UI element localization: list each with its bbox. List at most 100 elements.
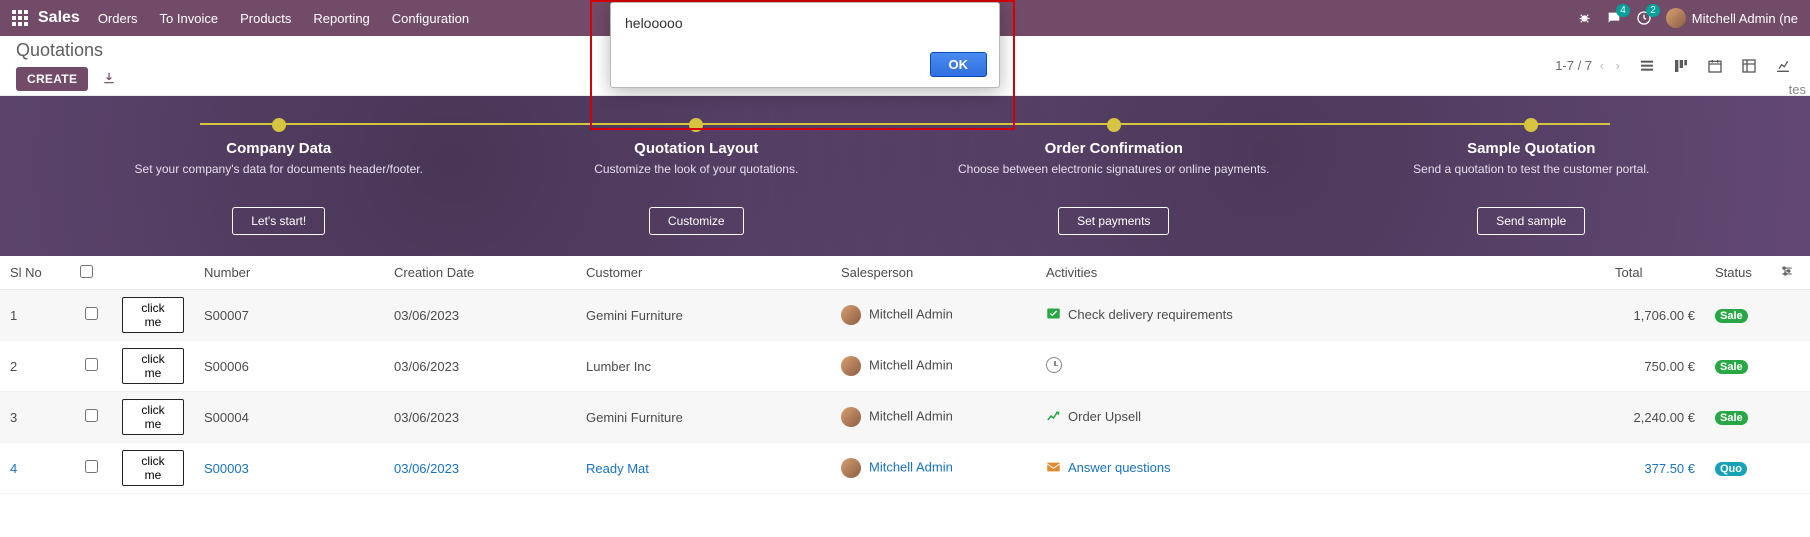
step-title: Company Data [90, 140, 468, 157]
view-list-icon[interactable] [1636, 55, 1658, 77]
nav-configuration[interactable]: Configuration [392, 11, 469, 26]
cell-salesperson: Mitchell Admin [831, 443, 1036, 494]
cell-status: Quo [1705, 443, 1770, 494]
th-salesperson[interactable]: Salesperson [831, 256, 1036, 290]
user-menu[interactable]: Mitchell Admin (ne [1666, 8, 1798, 28]
nav-to-invoice[interactable]: To Invoice [160, 11, 219, 26]
import-icon[interactable] [102, 71, 116, 88]
step-sample-quotation: Sample Quotation Send a quotation to tes… [1323, 118, 1741, 235]
alert-ok-button[interactable]: OK [930, 52, 988, 77]
table-row[interactable]: 3click meS0000403/06/2023Gemini Furnitur… [0, 392, 1810, 443]
row-checkbox[interactable] [85, 409, 98, 422]
cell-date: 03/06/2023 [384, 290, 576, 341]
alert-text: helooooo [625, 15, 985, 31]
table-row[interactable]: 2click meS0000603/06/2023Lumber IncMitch… [0, 341, 1810, 392]
view-kanban-icon[interactable] [1670, 55, 1692, 77]
send-sample-button[interactable]: Send sample [1477, 207, 1585, 235]
apps-icon[interactable] [12, 10, 28, 26]
th-status[interactable]: Status [1705, 256, 1770, 290]
onboarding-banner: Company Data Set your company's data for… [0, 96, 1810, 256]
brand[interactable]: Sales [38, 9, 80, 27]
alert-dialog: helooooo OK [610, 2, 1000, 88]
mail-icon [1046, 461, 1062, 476]
cell-status: Sale [1705, 392, 1770, 443]
click-me-button[interactable]: click me [122, 399, 184, 435]
step-company-data: Company Data Set your company's data for… [70, 118, 488, 235]
activities-nav-icon[interactable]: 2 [1636, 10, 1652, 26]
step-title: Order Confirmation [925, 140, 1303, 157]
view-pivot-icon[interactable] [1738, 55, 1760, 77]
step-title: Quotation Layout [508, 140, 886, 157]
th-total[interactable]: Total [1605, 256, 1705, 290]
nav-reporting[interactable]: Reporting [313, 11, 369, 26]
messages-count: 4 [1616, 4, 1630, 17]
pager-next[interactable]: › [1612, 58, 1624, 73]
cell-number: S00007 [194, 290, 384, 341]
salesperson-avatar [841, 305, 861, 325]
select-all-checkbox[interactable] [80, 265, 93, 278]
step-dot [1107, 118, 1121, 132]
salesperson-avatar [841, 356, 861, 376]
cell-activity [1036, 341, 1326, 392]
cell-status: Sale [1705, 290, 1770, 341]
create-button[interactable]: CREATE [16, 67, 88, 91]
status-badge: Sale [1715, 411, 1748, 425]
cell-slno: 1 [0, 290, 70, 341]
salesperson-avatar [841, 458, 861, 478]
cell-status: Sale [1705, 341, 1770, 392]
activity-text[interactable]: Check delivery requirements [1068, 307, 1233, 322]
status-badge: Quo [1715, 462, 1747, 476]
customize-button[interactable]: Customize [649, 207, 744, 235]
step-desc: Choose between electronic signatures or … [925, 161, 1303, 195]
pager[interactable]: 1-7 / 7 ‹ › [1555, 58, 1624, 73]
table-row[interactable]: 1 click me S0000703/06/2023Gemini Furnitur… [0, 290, 1810, 341]
set-payments-button[interactable]: Set payments [1058, 207, 1169, 235]
th-slno[interactable]: Sl No [0, 256, 70, 290]
cell-customer: Gemini Furniture [576, 290, 831, 341]
th-creation-date[interactable]: Creation Date [384, 256, 576, 290]
view-graph-icon[interactable] [1772, 55, 1794, 77]
th-number[interactable]: Number [194, 256, 384, 290]
step-dot [272, 118, 286, 132]
cell-customer: Gemini Furniture [576, 392, 831, 443]
table-row[interactable]: 4click meS0000303/06/2023Ready MatMitche… [0, 443, 1810, 494]
cell-date: 03/06/2023 [384, 392, 576, 443]
task-icon [1046, 307, 1062, 323]
messages-icon[interactable]: 4 [1606, 10, 1622, 26]
row-checkbox[interactable] [85, 358, 98, 371]
click-me-button[interactable]: click me [122, 297, 184, 333]
floating-text: tes [1789, 82, 1806, 97]
activity-text[interactable]: Order Upsell [1068, 409, 1141, 424]
nav-products[interactable]: Products [240, 11, 291, 26]
cell-salesperson: Mitchell Admin [831, 392, 1036, 443]
step-desc: Send a quotation to test the customer po… [1343, 161, 1721, 195]
cell-total: 2,240.00 € [1605, 392, 1705, 443]
click-me-button[interactable]: click me [122, 348, 184, 384]
clock-icon[interactable] [1046, 357, 1062, 373]
cell-number: S00003 [194, 443, 384, 494]
row-checkbox[interactable] [85, 460, 98, 473]
row-checkbox[interactable] [85, 307, 98, 320]
click-me-button[interactable]: click me [122, 450, 184, 486]
step-desc: Set your company's data for documents he… [90, 161, 468, 195]
step-title: Sample Quotation [1343, 140, 1721, 157]
cell-customer: Ready Mat [576, 443, 831, 494]
lets-start-button[interactable]: Let's start! [232, 207, 325, 235]
pager-prev[interactable]: ‹ [1596, 58, 1608, 73]
cell-date: 03/06/2023 [384, 341, 576, 392]
debug-icon[interactable] [1577, 11, 1592, 26]
th-spacer [1326, 256, 1605, 290]
cell-number: S00004 [194, 392, 384, 443]
th-activities[interactable]: Activities [1036, 256, 1326, 290]
cell-customer: Lumber Inc [576, 341, 831, 392]
step-dot [689, 118, 703, 132]
quotations-table: Sl No Number Creation Date Customer Sale… [0, 256, 1810, 494]
optional-fields-icon[interactable] [1780, 266, 1794, 281]
step-desc: Customize the look of your quotations. [508, 161, 886, 195]
view-calendar-icon[interactable] [1704, 55, 1726, 77]
nav-orders[interactable]: Orders [98, 11, 138, 26]
activity-text[interactable]: Answer questions [1068, 460, 1171, 475]
th-customer[interactable]: Customer [576, 256, 831, 290]
salesperson-avatar [841, 407, 861, 427]
chart-icon [1046, 409, 1062, 425]
